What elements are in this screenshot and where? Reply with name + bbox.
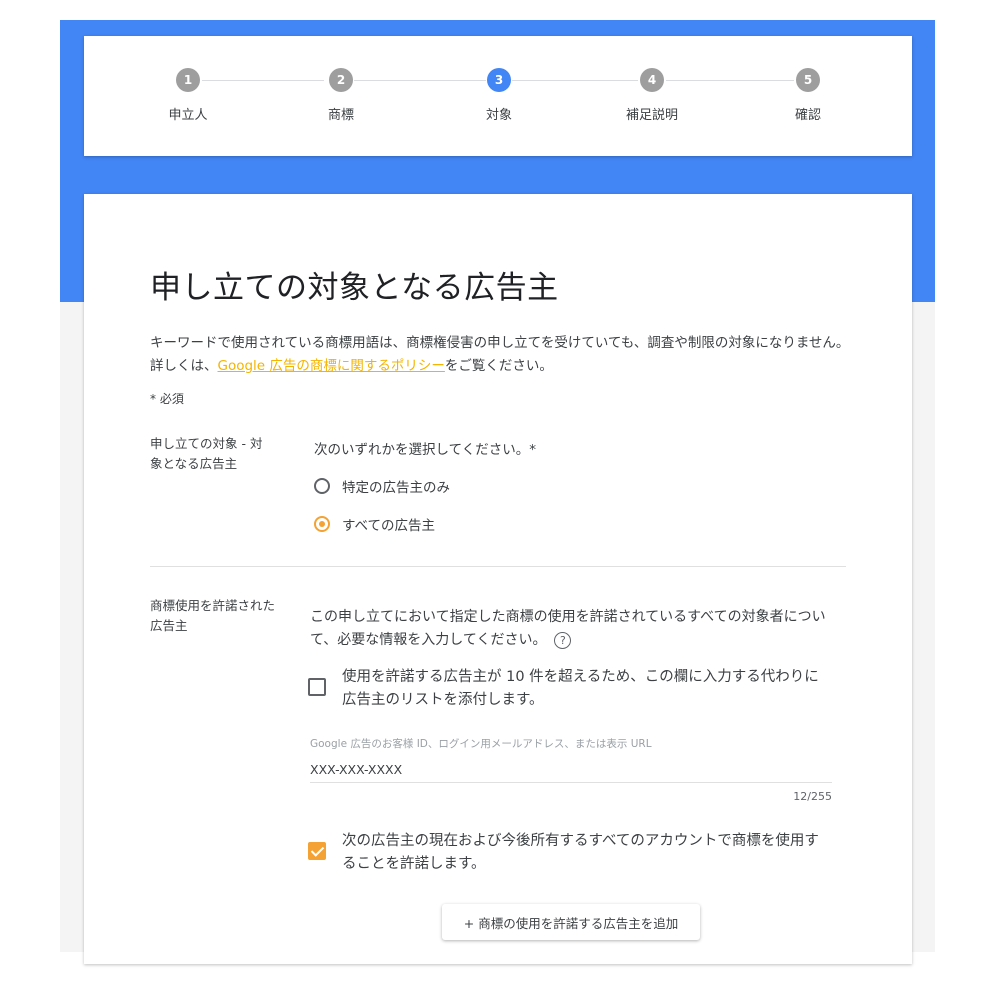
- page-title: 申し立ての対象となる広告主: [150, 270, 559, 306]
- radio-label: すべての広告主: [342, 518, 436, 534]
- radio-all-advertisers[interactable]: すべての広告主: [314, 512, 435, 536]
- checkbox-unchecked-icon[interactable]: [308, 678, 326, 696]
- step-number: 2: [329, 68, 353, 92]
- step-target[interactable]: 3 対象: [449, 68, 549, 123]
- advertiser-id-input[interactable]: [310, 756, 832, 783]
- step-label: 申立人: [168, 108, 208, 123]
- authorized-section-label: 商標使用を許諾された広告主: [150, 598, 276, 633]
- checkbox-checked-icon[interactable]: [308, 842, 326, 860]
- all-accounts-label: 次の広告主の現在および今後所有するすべてのアカウントで商標を使用することを許諾し…: [342, 833, 819, 872]
- required-note: * 必須: [150, 392, 184, 406]
- radio-specific-advertisers[interactable]: 特定の広告主のみ: [314, 474, 450, 498]
- radio-checked-icon[interactable]: [314, 516, 330, 532]
- radio-unchecked-icon[interactable]: [314, 478, 330, 494]
- step-supplement[interactable]: 4 補足説明: [602, 68, 702, 123]
- step-number: 3: [487, 68, 511, 92]
- step-label: 対象: [485, 108, 512, 123]
- step-number: 5: [796, 68, 820, 92]
- step-applicant[interactable]: 1 申立人: [138, 68, 238, 123]
- attach-list-checkbox-row[interactable]: 使用を許諾する広告主が 10 件を超えるため、この欄に入力する代わりに広告主のリ…: [308, 666, 832, 712]
- authorized-description: この申し立てにおいて指定した商標の使用を許諾されているすべての対象者について、必…: [310, 606, 850, 652]
- all-accounts-checkbox-row[interactable]: 次の広告主の現在および今後所有するすべてのアカウントで商標を使用することを許諾し…: [308, 830, 832, 876]
- target-prompt: 次のいずれかを選択してください。*: [314, 442, 536, 458]
- stepper: 1 申立人 2 商標 3 対象 4 補足説明 5 確認: [84, 36, 912, 156]
- step-number: 1: [176, 68, 200, 92]
- step-confirm[interactable]: 5 確認: [758, 68, 858, 123]
- step-label: 補足説明: [625, 108, 678, 123]
- step-label: 確認: [794, 108, 821, 123]
- target-section-label: 申し立ての対象 - 対象となる広告主: [150, 436, 263, 471]
- description-text-end: をご覧ください。: [444, 358, 553, 374]
- step-label: 商標: [327, 108, 354, 123]
- attach-list-label: 使用を許諾する広告主が 10 件を超えるため、この欄に入力する代わりに広告主のリ…: [342, 669, 819, 708]
- step-trademark[interactable]: 2 商標: [291, 68, 391, 123]
- radio-label: 特定の広告主のみ: [342, 480, 450, 496]
- add-authorized-advertiser-button[interactable]: + 商標の使用を許諾する広告主を追加: [442, 904, 700, 940]
- step-number: 4: [640, 68, 664, 92]
- character-counter: 12/255: [793, 790, 832, 803]
- form-card: 申し立ての対象となる広告主 キーワードで使用されている商標用語は、商標権侵害の申…: [84, 194, 912, 964]
- advertiser-id-label: Google 広告のお客様 ID、ログイン用メールアドレス、または表示 URL: [310, 738, 652, 750]
- section-divider: [150, 566, 846, 567]
- page-description: キーワードで使用されている商標用語は、商標権侵害の申し立てを受けていても、調査や…: [150, 332, 850, 378]
- trademark-policy-link[interactable]: Google 広告の商標に関するポリシー: [218, 358, 445, 374]
- help-icon[interactable]: ?: [554, 631, 572, 649]
